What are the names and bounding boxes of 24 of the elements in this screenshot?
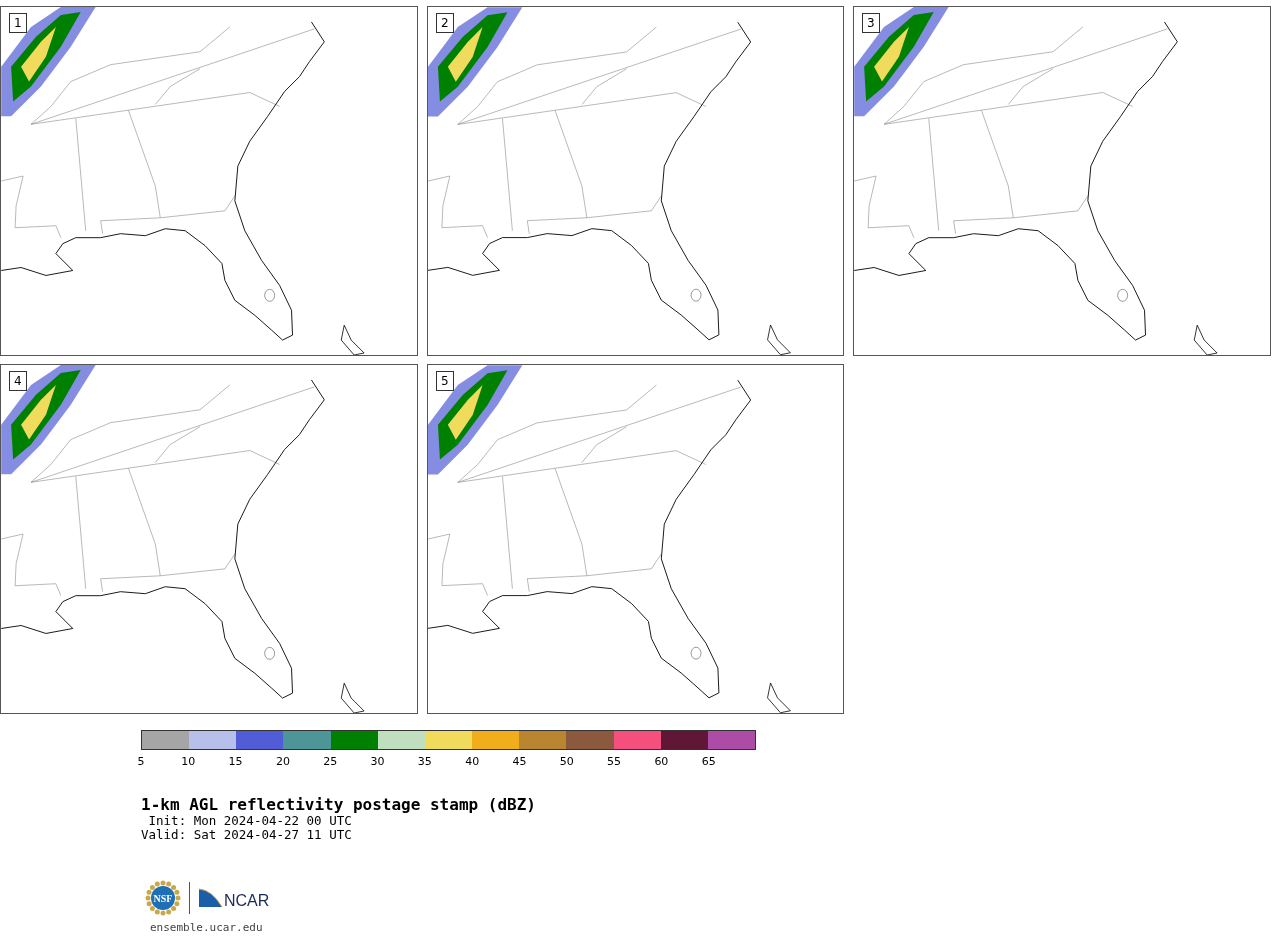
seal-logo: NSF xyxy=(145,880,181,916)
tick-label: 60 xyxy=(654,755,669,768)
website-url: ensemble.ucar.edu xyxy=(150,920,264,936)
ncar-logo: NCAR xyxy=(198,887,272,909)
panel-number: 3 xyxy=(862,13,880,33)
tick-label: 40 xyxy=(465,755,480,768)
tick-label: 5 xyxy=(137,755,145,768)
tick-label: 10 xyxy=(181,755,196,768)
tick-label: 20 xyxy=(275,755,290,768)
panel-number: 2 xyxy=(436,13,454,33)
tick-label: 50 xyxy=(559,755,574,768)
tick-label: 35 xyxy=(417,755,432,768)
tick-label: 45 xyxy=(512,755,527,768)
valid-time: Valid: Sat 2024-04-27 11 UTC xyxy=(141,828,353,842)
init-time: Init: Mon 2024-04-22 00 UTC xyxy=(147,814,353,828)
panel-number: 1 xyxy=(9,13,27,33)
chart-title: 1-km AGL reflectivity postage stamp (dBZ) xyxy=(141,796,537,814)
tick-label: 25 xyxy=(323,755,338,768)
tick-label: 65 xyxy=(701,755,716,768)
tick-label: 15 xyxy=(228,755,243,768)
panel-number: 4 xyxy=(9,371,27,391)
tick-label: 55 xyxy=(607,755,622,768)
tick-label: 30 xyxy=(370,755,385,768)
panel-number: 5 xyxy=(436,371,454,391)
